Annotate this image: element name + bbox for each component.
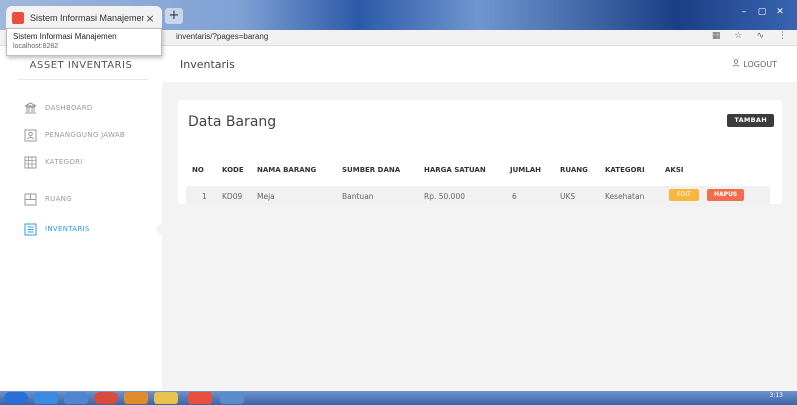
main-content: Data Barang TAMBAH NO KODE NAMA BARANG S… (162, 82, 797, 391)
extension-icon[interactable]: ∿ (756, 31, 764, 41)
window-taskbar-icon[interactable] (220, 392, 244, 404)
column-header: HARGA SATUAN (424, 166, 486, 174)
os-taskbar: 3:13 (0, 391, 797, 405)
room-icon (24, 193, 37, 206)
sidebar-item-ruang[interactable]: RUANG (0, 189, 162, 209)
data-card: Data Barang TAMBAH NO KODE NAMA BARANG S… (178, 100, 782, 206)
card-title: Data Barang (188, 114, 277, 130)
sidebar-item-label: DASHBOARD (45, 104, 93, 112)
sidebar-item-dashboard[interactable]: DASHBOARD (0, 98, 162, 118)
logout-label: LOGOUT (743, 59, 777, 69)
active-indicator (155, 222, 162, 236)
page-title: Inventaris (180, 58, 235, 71)
list-icon (24, 223, 37, 236)
close-window-icon[interactable]: ✕ (773, 6, 787, 18)
brand-title: ASSET INVENTARIS (29, 60, 133, 71)
browser-taskbar-icon[interactable] (34, 392, 58, 404)
url-text[interactable]: inventaris/?pages=barang (176, 32, 268, 41)
cell-no: 1 (202, 192, 207, 201)
user-icon (732, 59, 740, 69)
sidebar-item-label: RUANG (45, 195, 72, 203)
sidebar: ASSET INVENTARIS DASHBOARD PENANGGUNG JA… (0, 46, 162, 391)
delete-button[interactable]: HAPUS (707, 189, 745, 201)
cell-jumlah: 6 (512, 192, 517, 201)
menu-dots-icon[interactable]: ⋮ (778, 31, 787, 41)
minimize-icon[interactable]: – (737, 6, 751, 18)
add-button[interactable]: TAMBAH (727, 114, 774, 127)
chrome-taskbar-icon[interactable] (94, 392, 118, 404)
cell-kode: KD09 (222, 192, 243, 201)
folder-taskbar-icon[interactable] (154, 392, 178, 404)
column-header: NO (192, 166, 204, 174)
grid-icon (24, 156, 37, 169)
sidebar-item-penanggung-jawab[interactable]: PENANGGUNG JAWAB (0, 125, 162, 145)
app-taskbar-icon[interactable] (124, 392, 148, 404)
column-header: AKSI (665, 166, 684, 174)
cell-nama: Meja (257, 192, 275, 201)
top-header: Inventaris LOGOUT (162, 46, 797, 82)
browser-titlebar: Sistem Informasi Manajemen × + – ▢ ✕ (0, 0, 797, 30)
sidebar-item-kategori[interactable]: KATEGORI (0, 152, 162, 172)
sidebar-item-label: PENANGGUNG JAWAB (45, 131, 126, 139)
table-header: NO KODE NAMA BARANG SUMBER DANA HARGA SA… (178, 166, 782, 178)
bookmark-star-icon[interactable]: ☆ (734, 31, 742, 41)
sidebar-item-label: INVENTARIS (45, 225, 90, 233)
column-header: KODE (222, 166, 244, 174)
brand-divider (18, 79, 148, 80)
cell-harga: Rp. 50.000 (424, 192, 465, 201)
user-card-icon (24, 129, 37, 142)
tab-tooltip: Sistem Informasi Manajemen localhost:828… (6, 28, 162, 56)
tooltip-title: Sistem Informasi Manajemen (13, 32, 117, 41)
cell-ruang: UKS (560, 192, 576, 201)
tab-title: Sistem Informasi Manajemen (30, 13, 144, 23)
column-header: SUMBER DANA (342, 166, 401, 174)
edit-button[interactable]: EDIT (669, 189, 699, 201)
new-tab-button[interactable]: + (165, 8, 183, 24)
mail-taskbar-icon[interactable] (188, 392, 212, 404)
translate-icon[interactable]: ▦ (712, 31, 721, 41)
cell-kategori: Kesehatan (605, 192, 645, 201)
maximize-icon[interactable]: ▢ (755, 6, 769, 18)
sidebar-item-inventaris[interactable]: INVENTARIS (0, 219, 162, 239)
media-taskbar-icon[interactable] (64, 392, 88, 404)
logout-button[interactable]: LOGOUT (732, 59, 777, 69)
start-button-icon[interactable] (4, 392, 28, 404)
tooltip-url: localhost:8282 (13, 43, 59, 50)
table-row: 1 KD09 Meja Bantuan Rp. 50.000 6 UKS Kes… (186, 186, 770, 206)
browser-tab[interactable]: Sistem Informasi Manajemen × (6, 6, 162, 30)
column-header: KATEGORI (605, 166, 645, 174)
column-header: NAMA BARANG (257, 166, 317, 174)
column-header: RUANG (560, 166, 588, 174)
close-tab-icon[interactable]: × (144, 12, 156, 25)
column-header: JUMLAH (510, 166, 541, 174)
sidebar-item-label: KATEGORI (45, 158, 83, 166)
cell-sumber: Bantuan (342, 192, 374, 201)
taskbar-clock: 3:13 (769, 392, 783, 399)
site-favicon-icon (12, 12, 24, 24)
bank-icon (24, 101, 37, 115)
